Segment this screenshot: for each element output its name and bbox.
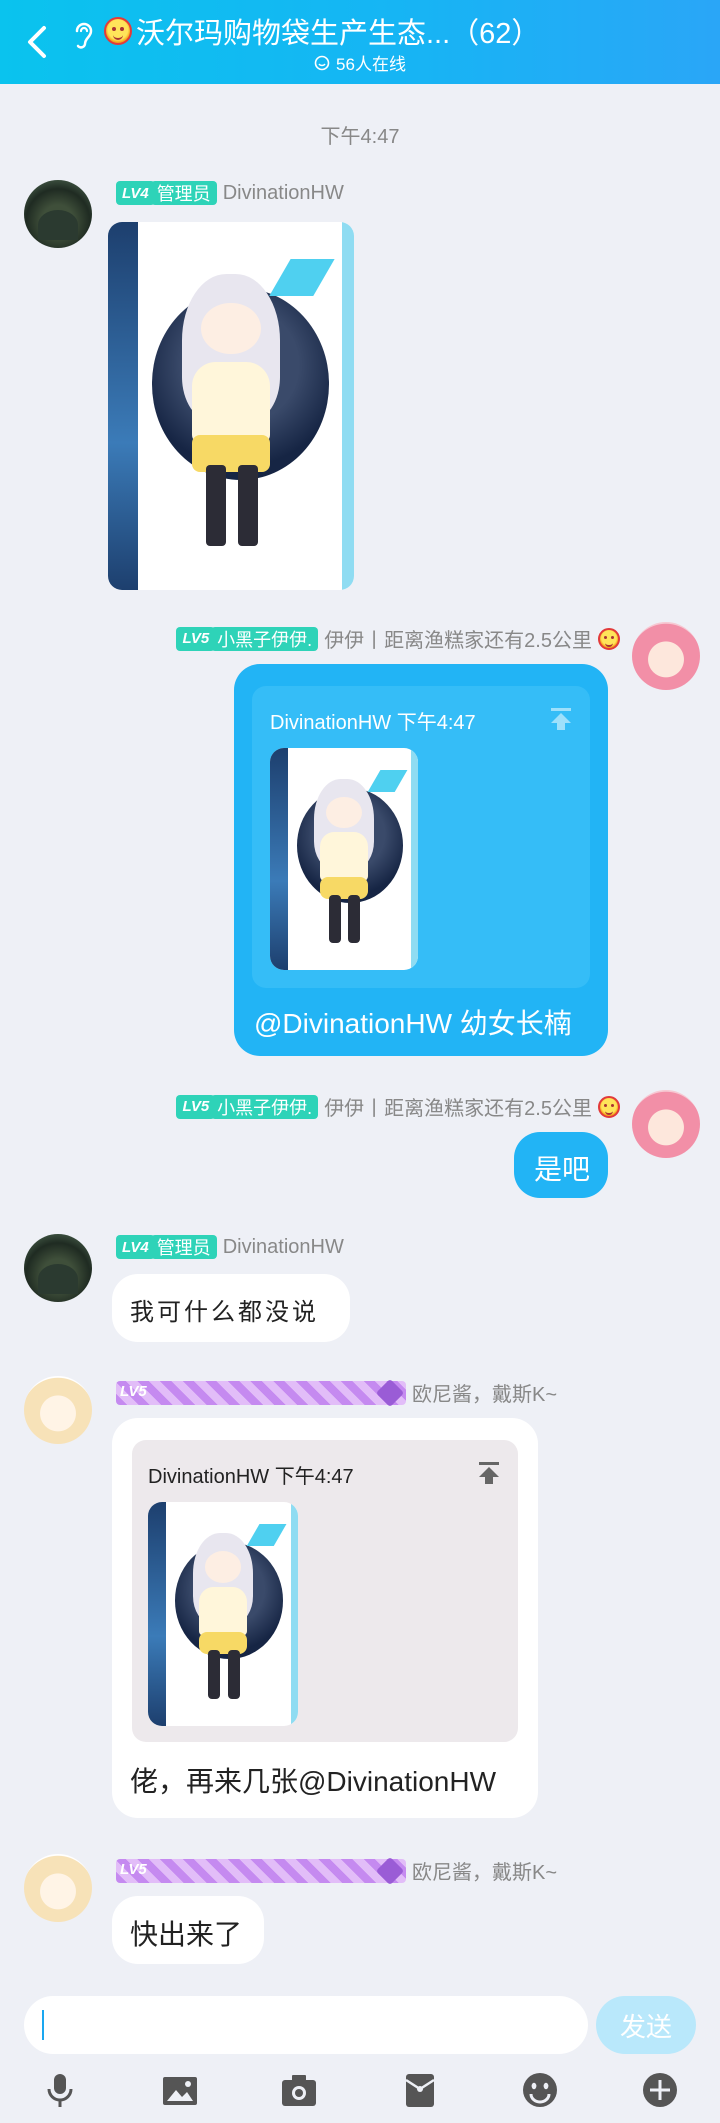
message-bubble[interactable]: 是吧 <box>514 1132 608 1198</box>
sender-info: LV5 欧尼酱，戴斯K~ <box>116 1378 557 1407</box>
text-cursor <box>42 2010 44 2040</box>
level-badge: LV4 <box>116 181 155 205</box>
sender-info: LV5 欧尼酱，戴斯K~ <box>116 1856 557 1885</box>
online-count: 56人在线 <box>0 50 720 75</box>
avatar[interactable] <box>632 1090 700 1158</box>
sender-info: LV5 小黑子伊伊. 伊伊丨距离渔糕家还有2.5公里 <box>176 1092 620 1121</box>
avatar[interactable] <box>632 622 700 690</box>
avatar[interactable] <box>24 1854 92 1922</box>
title-badge: 管理员 <box>150 1235 217 1259</box>
quote-header: DivinationHW 下午4:47 <box>270 712 476 734</box>
group-title-text: 沃尔玛购物袋生产生态...（62） <box>136 18 541 50</box>
quoted-message[interactable]: DivinationHW 下午4:47 <box>132 1440 518 1742</box>
jump-to-top-icon[interactable] <box>548 706 574 732</box>
image-icon[interactable] <box>160 2070 200 2110</box>
sender-info: LV4 管理员 DivinationHW <box>116 1235 344 1259</box>
level-badge: LV5 <box>116 1378 406 1407</box>
group-title[interactable]: 沃尔玛购物袋生产生态...（62） <box>104 10 540 52</box>
sender-info: LV5 小黑子伊伊. 伊伊丨距离渔糕家还有2.5公里 <box>176 624 620 653</box>
send-button[interactable]: 发送 <box>596 1996 696 2054</box>
plus-icon[interactable] <box>640 2070 680 2110</box>
time-separator: 下午4:47 <box>320 126 400 148</box>
title-badge: 管理员 <box>150 181 217 205</box>
diamond-icon <box>375 1856 405 1885</box>
earpiece-icon[interactable] <box>68 18 98 52</box>
avatar[interactable] <box>24 1234 92 1302</box>
emoji-icon[interactable] <box>520 2070 560 2110</box>
title-badge: 小黑子伊伊. <box>211 626 319 651</box>
message-bubble[interactable]: DivinationHW 下午4:47 佬，再来几张@DivinationHW <box>112 1418 538 1818</box>
avatar[interactable] <box>24 1376 92 1444</box>
smile-emoji-icon <box>598 1095 620 1118</box>
chat-header: 沃尔玛购物袋生产生态...（62） 56人在线 <box>0 0 720 84</box>
microphone-icon[interactable] <box>40 2070 80 2110</box>
message-text: @DivinationHW 幼女长楠 <box>254 1008 572 1039</box>
sender-name[interactable]: 伊伊丨距离渔糕家还有2.5公里 <box>324 624 592 653</box>
level-badge: LV4 <box>116 1235 155 1259</box>
quoted-image[interactable] <box>148 1502 298 1726</box>
message-text: 是吧 <box>534 1154 591 1185</box>
bottom-bar: 发送 <box>0 1980 720 2123</box>
sender-name[interactable]: DivinationHW <box>223 1236 344 1259</box>
message-bubble[interactable]: 我可什么都没说 <box>112 1274 350 1342</box>
sender-name[interactable]: 欧尼酱，戴斯K~ <box>412 1856 557 1885</box>
quoted-image[interactable] <box>270 748 418 970</box>
quoted-message[interactable]: DivinationHW 下午4:47 <box>252 686 590 988</box>
diamond-icon <box>375 1378 405 1407</box>
avatar[interactable] <box>24 180 92 248</box>
camera-icon[interactable] <box>279 2070 319 2110</box>
level-badge: LV5 <box>116 1856 406 1885</box>
title-badge: 小黑子伊伊. <box>211 1094 319 1119</box>
online-status-icon <box>314 55 330 70</box>
level-text: LV5 <box>120 1382 147 1400</box>
level-badge: LV5 <box>176 626 216 651</box>
input-toolbar <box>0 2070 720 2120</box>
sender-info: LV4 管理员 DivinationHW <box>116 181 344 205</box>
sender-name[interactable]: 欧尼酱，戴斯K~ <box>412 1378 557 1407</box>
message-bubble[interactable]: DivinationHW 下午4:47 @DivinationHW 幼女长楠 <box>234 664 608 1056</box>
sender-name[interactable]: 伊伊丨距离渔糕家还有2.5公里 <box>324 1092 592 1121</box>
message-bubble[interactable]: 快出来了 <box>112 1896 264 1964</box>
message-input[interactable] <box>24 1996 588 2054</box>
smile-emoji-icon <box>104 17 132 45</box>
sender-name[interactable]: DivinationHW <box>223 182 344 205</box>
message-text: 佬，再来几张@DivinationHW <box>130 1766 497 1797</box>
level-badge: LV5 <box>176 1094 216 1119</box>
online-count-text: 56人在线 <box>336 55 406 74</box>
image-message[interactable] <box>108 222 354 590</box>
jump-to-top-icon[interactable] <box>476 1460 502 1486</box>
message-text: 快出来了 <box>130 1919 243 1950</box>
message-text: 我可什么都没说 <box>130 1298 319 1326</box>
level-text: LV5 <box>120 1860 147 1878</box>
red-packet-icon[interactable] <box>400 2070 440 2110</box>
quote-header: DivinationHW 下午4:47 <box>148 1466 354 1488</box>
smile-emoji-icon <box>598 627 620 650</box>
